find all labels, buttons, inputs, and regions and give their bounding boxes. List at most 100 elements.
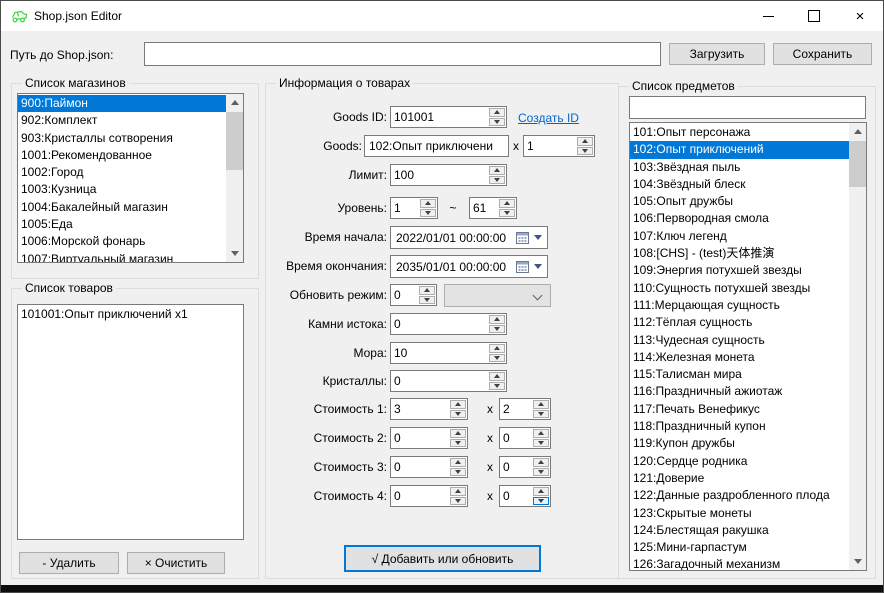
cost3-count-spinner[interactable]: 0	[499, 456, 551, 478]
list-item[interactable]: 101001:Опыт приключений x1	[18, 306, 243, 323]
cost1-value[interactable]: 3	[391, 399, 449, 419]
spin-down-icon[interactable]	[489, 382, 505, 391]
path-input[interactable]	[144, 42, 661, 66]
cost3-value[interactable]: 0	[391, 457, 449, 477]
level-min-spinner[interactable]: 1	[390, 197, 438, 219]
cost4-spinner[interactable]: 0	[390, 485, 468, 507]
primogems-spinner[interactable]: 0	[390, 313, 507, 335]
spin-down-icon[interactable]	[489, 354, 505, 363]
maximize-button[interactable]	[791, 1, 837, 31]
cost3-count-value[interactable]: 0	[500, 457, 532, 477]
list-item[interactable]: 124:Блестящая ракушка	[630, 522, 849, 539]
shops-listbox[interactable]: 900:Паймон902:Комплект903:Кристаллы сотв…	[17, 93, 244, 263]
cost4-count-value[interactable]: 0	[500, 486, 532, 506]
scroll-down-icon[interactable]	[226, 245, 243, 262]
spin-down-icon[interactable]	[489, 325, 505, 334]
mora-spinner[interactable]: 10	[390, 342, 507, 364]
list-item[interactable]: 111:Мерцающая сущность	[630, 297, 849, 314]
list-item[interactable]: 125:Мини-гарпастум	[630, 539, 849, 556]
spin-up-icon[interactable]	[533, 487, 549, 496]
spin-down-icon[interactable]	[450, 439, 466, 448]
list-item[interactable]: 1006:Морской фонарь	[18, 233, 226, 250]
list-item[interactable]: 1002:Город	[18, 164, 226, 181]
list-item[interactable]: 103:Звёздная пыль	[630, 159, 849, 176]
list-item[interactable]: 105:Опыт дружбы	[630, 193, 849, 210]
scrollbar-thumb[interactable]	[849, 141, 866, 187]
list-item[interactable]: 902:Комплект	[18, 112, 226, 129]
spin-down-icon[interactable]	[533, 497, 549, 506]
close-button[interactable]: ×	[837, 1, 883, 31]
shops-scrollbar[interactable]	[226, 94, 243, 262]
limit-value[interactable]: 100	[391, 165, 488, 185]
spin-up-icon[interactable]	[489, 166, 505, 175]
list-item[interactable]: 1001:Рекомендованное	[18, 147, 226, 164]
save-button[interactable]: Сохранить	[773, 43, 872, 65]
limit-spinner[interactable]: 100	[390, 164, 507, 186]
goods-listbox[interactable]: 101001:Опыт приключений x1	[17, 304, 244, 540]
cost1-spinner[interactable]: 3	[390, 398, 468, 420]
cost1-count-value[interactable]: 2	[500, 399, 532, 419]
list-item[interactable]: 112:Тёплая сущность	[630, 314, 849, 331]
refresh-mode-value[interactable]: 0	[391, 285, 418, 305]
mora-value[interactable]: 10	[391, 343, 488, 363]
add-or-update-button[interactable]: √ Добавить или обновить	[344, 545, 541, 572]
list-item[interactable]: 114:Железная монета	[630, 349, 849, 366]
spin-down-icon[interactable]	[420, 209, 436, 218]
spin-down-icon[interactable]	[533, 410, 549, 419]
list-item[interactable]: 104:Звёздный блеск	[630, 176, 849, 193]
clear-button[interactable]: × Очистить	[127, 552, 225, 574]
spin-up-icon[interactable]	[533, 458, 549, 467]
goods-count-value[interactable]: 1	[524, 136, 576, 156]
list-item[interactable]: 116:Праздничный ажиотаж	[630, 383, 849, 400]
spin-up-icon[interactable]	[489, 372, 505, 381]
list-item[interactable]: 107:Ключ легенд	[630, 228, 849, 245]
spin-up-icon[interactable]	[533, 400, 549, 409]
spin-down-icon[interactable]	[450, 497, 466, 506]
list-item[interactable]: 110:Сущность потухшей звезды	[630, 280, 849, 297]
goods-id-spinner[interactable]: 101001	[390, 106, 507, 128]
cost3-spinner[interactable]: 0	[390, 456, 468, 478]
spin-up-icon[interactable]	[450, 429, 466, 438]
cost2-count-value[interactable]: 0	[500, 428, 532, 448]
list-item[interactable]: 117:Печать Венефикус	[630, 401, 849, 418]
spin-up-icon[interactable]	[499, 199, 515, 208]
list-item[interactable]: 1003:Кузница	[18, 181, 226, 198]
list-item[interactable]: 126:Загадочный механизм	[630, 556, 849, 571]
time-end-picker[interactable]: 2035/01/01 00:00:00	[390, 255, 548, 278]
items-listbox[interactable]: 101:Опыт персонажа102:Опыт приключений10…	[629, 122, 867, 571]
spin-down-icon[interactable]	[489, 118, 505, 127]
spin-down-icon[interactable]	[533, 439, 549, 448]
spin-up-icon[interactable]	[577, 137, 593, 146]
cost4-value[interactable]: 0	[391, 486, 449, 506]
list-item[interactable]: 109:Энергия потухшей звезды	[630, 262, 849, 279]
list-item[interactable]: 115:Талисман мира	[630, 366, 849, 383]
list-item[interactable]: 1005:Еда	[18, 216, 226, 233]
spin-up-icon[interactable]	[533, 429, 549, 438]
time-end-value[interactable]: 2035/01/01 00:00:00	[396, 260, 516, 274]
spin-down-icon[interactable]	[450, 410, 466, 419]
list-item[interactable]: 120:Сердце родника	[630, 453, 849, 470]
list-item[interactable]: 122:Данные раздробленного плода	[630, 487, 849, 504]
level-max-value[interactable]: 61	[470, 198, 498, 218]
cost4-count-spinner[interactable]: 0	[499, 485, 551, 507]
refresh-mode-combobox[interactable]	[444, 284, 551, 307]
level-min-value[interactable]: 1	[391, 198, 419, 218]
scroll-up-icon[interactable]	[849, 123, 866, 140]
spin-up-icon[interactable]	[450, 487, 466, 496]
cost2-value[interactable]: 0	[391, 428, 449, 448]
list-item[interactable]: 903:Кристаллы сотворения	[18, 130, 226, 147]
dropdown-arrow-icon[interactable]	[534, 264, 542, 269]
spin-up-icon[interactable]	[420, 199, 436, 208]
goods-input[interactable]	[364, 135, 509, 157]
cost2-count-spinner[interactable]: 0	[499, 427, 551, 449]
crystals-spinner[interactable]: 0	[390, 370, 507, 392]
list-item[interactable]: 108:[CHS] - (test)天体推演	[630, 245, 849, 262]
list-item[interactable]: 121:Доверие	[630, 470, 849, 487]
goods-id-value[interactable]: 101001	[391, 107, 488, 127]
spin-up-icon[interactable]	[450, 400, 466, 409]
refresh-mode-spinner[interactable]: 0	[390, 284, 437, 306]
spin-down-icon[interactable]	[533, 468, 549, 477]
cost2-spinner[interactable]: 0	[390, 427, 468, 449]
spin-down-icon[interactable]	[450, 468, 466, 477]
load-button[interactable]: Загрузить	[669, 43, 765, 65]
